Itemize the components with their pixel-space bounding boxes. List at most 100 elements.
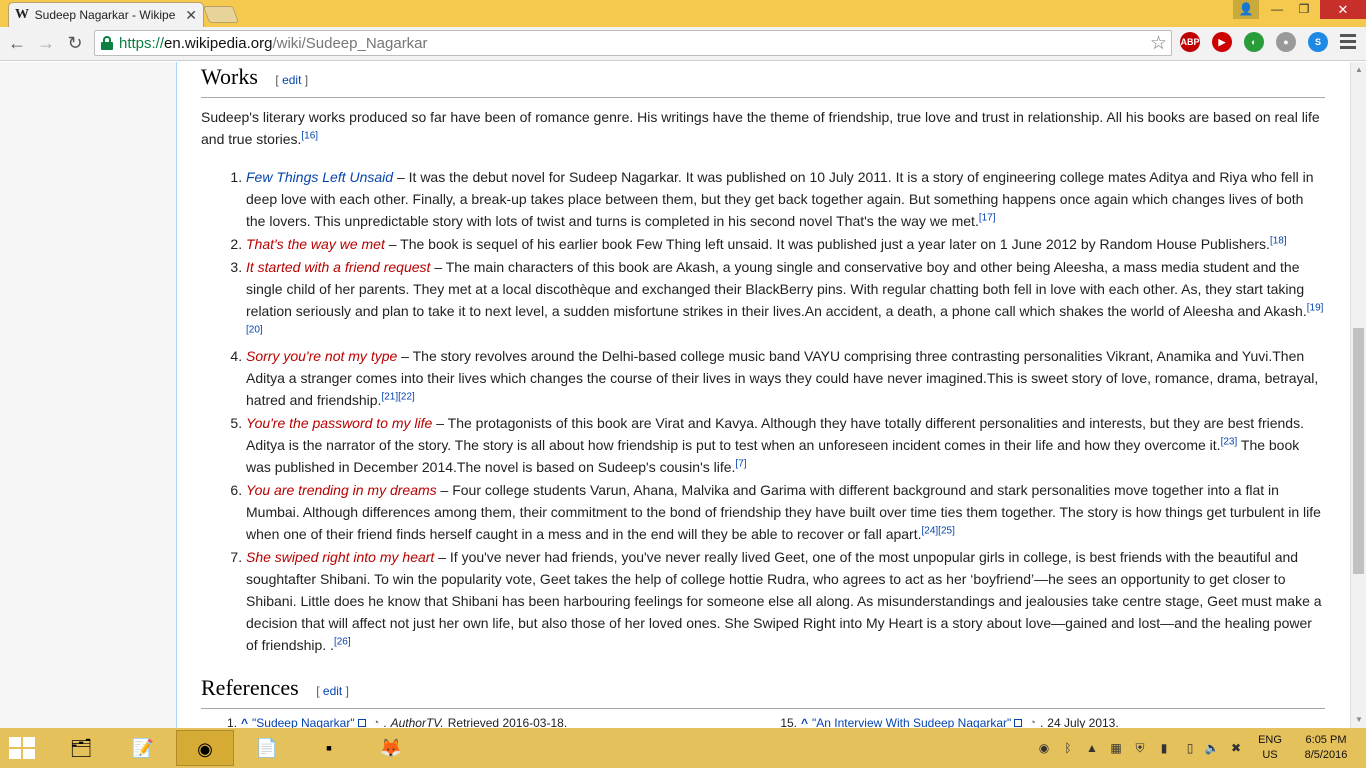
works-list: Few Things Left Unsaid – It was the debu…	[246, 166, 1325, 656]
forward-arrow-icon[interactable]: →	[35, 32, 57, 54]
back-arrow-icon[interactable]: ←	[6, 32, 28, 54]
works-heading: Works [ edit ]	[201, 63, 1325, 98]
system-clock[interactable]: 6:05 PM 8/5/2016	[1298, 733, 1354, 763]
external-link-icon	[357, 719, 366, 727]
window-close-icon[interactable]: ✕	[1320, 0, 1366, 19]
reference-link[interactable]: "An Interview With Sudeep Nagarkar"	[812, 712, 1011, 728]
works-intro: Sudeep's literary works produced so far …	[201, 106, 1325, 150]
citation: [23]	[1221, 436, 1238, 447]
book-title-link[interactable]: Sorry you're not my type	[246, 348, 397, 364]
url-path: /wiki/Sudeep_Nagarkar	[272, 34, 428, 52]
tab-close-icon[interactable]: ✕	[185, 7, 197, 24]
windows-start-icon[interactable]	[9, 737, 35, 759]
audio-icon[interactable]: ◔	[1029, 712, 1036, 728]
skype-extension-icon[interactable]: S	[1308, 32, 1328, 52]
network-icon[interactable]: ✖	[1228, 741, 1244, 755]
cmd-icon[interactable]: ▪	[300, 730, 358, 766]
volume-icon[interactable]: 🔈	[1204, 741, 1220, 755]
book-title-link[interactable]: You're the password to my life	[246, 415, 432, 431]
file-explorer-icon[interactable]: 🗂	[52, 730, 110, 766]
firefox-icon[interactable]: 🦊	[362, 730, 420, 766]
works-list-item: You are trending in my dreams – Four col…	[246, 479, 1325, 545]
references-column-left: 1. ^ "Sudeep Nagarkar" ◔. AuthorTV. Retrieved…	[201, 713, 761, 728]
citation: [24][25]	[922, 525, 955, 536]
works-edit-link[interactable]: edit	[282, 73, 301, 87]
reference-detail: 24 July 2013.	[1047, 716, 1119, 728]
citation-link[interactable]: [21][22]	[381, 391, 414, 402]
browser-toolbar: ← → ↻ https://en.wikipedia.org/wiki/Sude…	[0, 27, 1366, 61]
bookmark-star-icon[interactable]: ☆	[1150, 32, 1167, 55]
works-heading-text: Works	[201, 64, 258, 89]
battery-icon[interactable]: ▯	[1182, 741, 1198, 755]
ninja-extension-icon[interactable]: ●	[1276, 32, 1296, 52]
book-title-link[interactable]: Few Things Left Unsaid	[246, 169, 393, 185]
works-list-item: You're the password to my life – The pro…	[246, 412, 1325, 478]
citation-link[interactable]: [17]	[979, 212, 996, 223]
book-title-link[interactable]: That's the way we met	[246, 236, 385, 252]
citation: [21][22]	[381, 391, 414, 402]
chrome-icon[interactable]: ◉	[176, 730, 234, 766]
backlink-caret[interactable]: ^	[801, 712, 808, 728]
sync-extension-icon[interactable]: ◐	[1244, 32, 1264, 52]
page-scrollbar[interactable]: ▲ ▼	[1350, 62, 1366, 728]
works-list-item: It started with a friend request – The m…	[246, 256, 1325, 344]
scroll-down-arrow-icon[interactable]: ▼	[1354, 715, 1364, 725]
citation-link[interactable]: [23]	[1221, 436, 1238, 447]
reference-detail: Retrieved 2016-03-18.	[447, 716, 568, 728]
language-indicator[interactable]: ENG US	[1256, 733, 1284, 763]
book-description: – The book is sequel of his earlier book…	[384, 236, 1270, 252]
notepad-icon[interactable]: 📄	[238, 730, 296, 766]
works-list-item: Few Things Left Unsaid – It was the debu…	[246, 166, 1325, 232]
address-bar[interactable]: https://en.wikipedia.org/wiki/Sudeep_Nag…	[94, 30, 1172, 56]
citation-link[interactable]: [7]	[735, 458, 746, 469]
reference-dot: .	[383, 716, 387, 728]
clock-time: 6:05 PM	[1305, 734, 1347, 746]
restore-icon[interactable]: ❐	[1291, 0, 1317, 19]
url-host: en.wikipedia.org	[164, 34, 273, 52]
citation-link[interactable]: [18]	[1270, 235, 1287, 246]
backlink-caret[interactable]: ^	[241, 712, 248, 728]
reference-number: 1.	[226, 716, 237, 728]
reference-number: 15.	[780, 716, 797, 728]
video-extension-icon[interactable]: ▶	[1212, 32, 1232, 52]
tray-chrome-icon[interactable]: ◉	[1036, 741, 1052, 755]
browser-tab[interactable]: W Sudeep Nagarkar - Wikipe ✕	[8, 2, 204, 27]
references-list: 1. ^ "Sudeep Nagarkar" ◔. AuthorTV. Retrieved…	[201, 713, 1325, 728]
tray-signal-icon[interactable]: ▮	[1156, 741, 1172, 755]
minimize-icon[interactable]: —	[1264, 0, 1290, 19]
tab-title: Sudeep Nagarkar - Wikipe	[34, 8, 176, 22]
citation-link[interactable]: [26]	[334, 636, 351, 647]
notepad-plus-icon[interactable]: 📝	[114, 730, 172, 766]
book-title-link[interactable]: It started with a friend request	[246, 259, 430, 275]
citation-link[interactable]: [24][25]	[922, 525, 955, 536]
book-description: – It was the debut novel for Sudeep Naga…	[246, 169, 1314, 229]
scroll-up-arrow-icon[interactable]: ▲	[1354, 65, 1364, 75]
book-title-link[interactable]: You are trending in my dreams	[246, 482, 437, 498]
citation: [17]	[979, 212, 996, 223]
browser-tab-bar: W Sudeep Nagarkar - Wikipe ✕ 👤 — ❐ ✕	[0, 0, 1366, 27]
reference-item: 15. ^ "An Interview With Sudeep Nagarkar" ◔…	[761, 713, 1321, 728]
reference-item: 1. ^ "Sudeep Nagarkar" ◔. AuthorTV. Retrieved…	[201, 713, 761, 728]
tray-app-icon[interactable]: ▲	[1084, 741, 1100, 755]
works-edit-section: [ edit ]	[275, 73, 309, 87]
tray-shield-icon[interactable]: ⛨	[1132, 741, 1148, 756]
bluetooth-icon[interactable]: ᛒ	[1060, 741, 1076, 755]
chrome-menu-icon[interactable]	[1340, 34, 1356, 52]
references-edit-link[interactable]: edit	[323, 684, 342, 698]
adblock-plus-icon[interactable]: ABP	[1180, 32, 1200, 52]
page-viewport: Works [ edit ] Sudeep's literary works p…	[0, 62, 1350, 728]
references-heading-text: References	[201, 675, 299, 700]
book-title-link[interactable]: She swiped right into my heart	[246, 549, 434, 565]
works-list-item: That's the way we met – The book is sequ…	[246, 233, 1325, 255]
works-intro-ref[interactable]: [16]	[301, 130, 318, 141]
audio-icon[interactable]: ◔	[373, 712, 380, 728]
tray-network-app-icon[interactable]: ▦	[1108, 741, 1124, 755]
works-list-item: Sorry you're not my type – The story rev…	[246, 345, 1325, 411]
windows-taskbar: 🗂 📝 ◉ 📄 ▪ 🦊 ◉ ᛒ ▲ ▦ ⛨ ▮ ▯ 🔈 ✖ ENG US 6:05 PM …	[0, 728, 1366, 768]
reference-link[interactable]: "Sudeep Nagarkar"	[252, 712, 355, 728]
scroll-thumb[interactable]	[1353, 328, 1364, 574]
reload-icon[interactable]: ↻	[64, 32, 86, 54]
user-profile-icon[interactable]: 👤	[1233, 0, 1259, 19]
article-content: Works [ edit ] Sudeep's literary works p…	[176, 62, 1350, 728]
new-tab-button[interactable]	[202, 6, 240, 23]
